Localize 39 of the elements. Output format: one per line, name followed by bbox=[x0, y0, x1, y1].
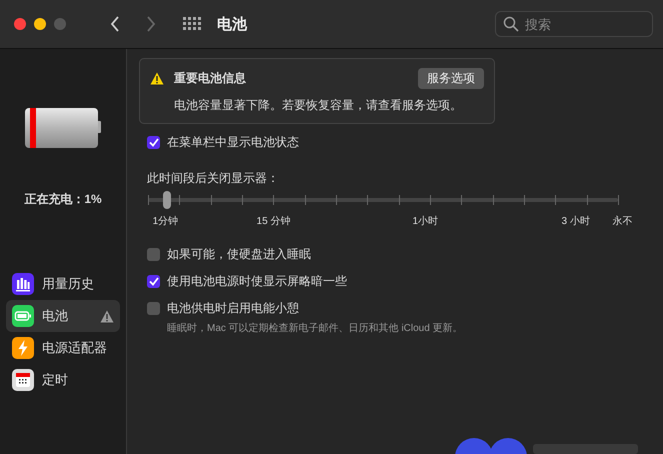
tick-label: 15 分钟 bbox=[256, 214, 290, 228]
lightning-icon bbox=[12, 337, 34, 359]
search-field[interactable]: 搜索 bbox=[495, 11, 653, 37]
tick-label: 1小时 bbox=[412, 214, 438, 228]
checkbox-label: 如果可能，使硬盘进入睡眠 bbox=[167, 246, 311, 263]
warning-icon bbox=[150, 72, 164, 85]
slider-thumb[interactable] bbox=[162, 191, 171, 209]
tick-label: 永不 bbox=[612, 214, 633, 228]
checkbox[interactable] bbox=[147, 248, 160, 261]
minimize-button[interactable] bbox=[34, 18, 46, 30]
slider-track[interactable] bbox=[148, 190, 618, 210]
sidebar-item[interactable]: 电源适配器 bbox=[6, 332, 120, 364]
battery-icon bbox=[25, 107, 101, 149]
tick-label: 1分钟 bbox=[152, 214, 178, 228]
back-icon[interactable] bbox=[110, 16, 120, 32]
sidebar-item[interactable]: 定时 bbox=[6, 364, 120, 396]
window-title: 电池 bbox=[217, 14, 247, 34]
bar-chart-icon bbox=[12, 273, 34, 295]
sidebar-item[interactable]: 用量历史 bbox=[6, 268, 120, 300]
notice-message: 电池容量显著下降。若要恢复容量，请查看服务选项。 bbox=[174, 97, 463, 114]
close-button[interactable] bbox=[14, 18, 26, 30]
checkbox-label: 电池供电时启用电能小憩 bbox=[167, 300, 299, 317]
charging-status: 正在充电：1% bbox=[24, 191, 102, 208]
search-icon bbox=[503, 16, 519, 32]
tick-label: 3 小时 bbox=[562, 214, 590, 228]
notice-title: 重要电池信息 bbox=[174, 70, 246, 87]
option-note: 睡眠时，Mac 可以定期检查新电子邮件、日历和其他 iCloud 更新。 bbox=[167, 322, 464, 335]
grid-icon[interactable] bbox=[183, 17, 201, 31]
calendar-icon bbox=[12, 369, 34, 391]
battery-icon bbox=[12, 305, 34, 327]
checkbox-label: 使用电池电源时使显示屏略暗一些 bbox=[167, 273, 347, 290]
slider-label: 此时间段后关闭显示器： bbox=[147, 170, 280, 187]
checkbox[interactable] bbox=[147, 275, 160, 288]
sidebar-item[interactable]: 电池 bbox=[6, 300, 120, 332]
forward-icon[interactable] bbox=[146, 16, 156, 32]
checkbox[interactable] bbox=[147, 136, 160, 149]
checkbox-label: 在菜单栏中显示电池状态 bbox=[167, 134, 299, 151]
checkbox[interactable] bbox=[147, 302, 160, 315]
service-options-button[interactable]: 服务选项 bbox=[418, 68, 484, 89]
